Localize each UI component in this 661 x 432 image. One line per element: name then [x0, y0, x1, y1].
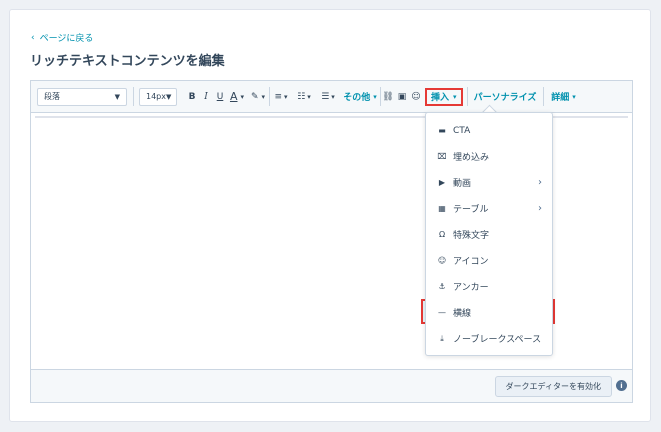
- menu-item-label: アンカー: [453, 283, 489, 293]
- italic-button[interactable]: I: [199, 87, 213, 107]
- underline-button[interactable]: U: [213, 87, 227, 107]
- caret-down-icon: ▾: [331, 92, 335, 101]
- highlight-button[interactable]: ✎ ▾: [247, 87, 269, 107]
- menu-item-anchor[interactable]: ⚓ アンカー: [426, 274, 552, 299]
- menu-item-cta[interactable]: ▬ CTA: [426, 118, 552, 143]
- numbered-list-button[interactable]: ☰ ▾: [316, 87, 340, 107]
- link-icon[interactable]: ⛓: [381, 87, 395, 107]
- menu-item-icon[interactable]: ☺ アイコン: [426, 248, 552, 273]
- cta-icon: ▬: [438, 126, 446, 135]
- caret-down-icon: ▾: [240, 92, 245, 101]
- personalize-button[interactable]: パーソナライズ: [468, 87, 543, 107]
- emoji-icon: ☺: [437, 256, 447, 265]
- embed-icon: ⌧: [437, 152, 447, 161]
- caret-down-icon: ▾: [453, 92, 457, 101]
- chevron-right-icon: ›: [538, 203, 542, 214]
- align-button[interactable]: ≡ ▾: [270, 87, 292, 107]
- font-size-value: 14px: [146, 92, 166, 101]
- insert-label: 挿入: [431, 93, 450, 103]
- menu-item-label: 特殊文字: [453, 231, 490, 241]
- numbered-list-icon: ☰: [321, 91, 330, 102]
- page-title: リッチテキストコンテンツを編集: [30, 54, 225, 69]
- menu-item-table[interactable]: ▦ テーブル ›: [426, 196, 552, 221]
- menu-item-label: テーブル: [453, 205, 489, 215]
- back-link-label: ページに戻る: [39, 34, 94, 44]
- menu-item-label: アイコン: [453, 257, 489, 267]
- menu-item-label: 埋め込み: [453, 153, 490, 163]
- editor-toolbar: 段落 ▼ 14px ▼ B I U A ▾ ✎ ▾ ≡ ▾ ☷ ▾ ☰ ▾ その…: [31, 81, 632, 113]
- nbsp-icon: ⤓: [440, 333, 444, 343]
- caret-down-icon: ▾: [284, 92, 288, 101]
- anchor-icon: ⚓: [438, 282, 446, 291]
- text-color-button[interactable]: A ▾: [227, 87, 247, 107]
- menu-item-horizontal-rule[interactable]: — 横線: [426, 300, 552, 325]
- chevron-right-icon: ›: [538, 177, 542, 188]
- highlighter-icon: ✎: [250, 91, 259, 102]
- menu-item-label: CTA: [453, 125, 471, 136]
- details-label: 詳細: [551, 93, 570, 103]
- insert-dropdown-menu: ▬ CTA ⌧ 埋め込み ▶ 動画 › ▦ テーブル › Ω 特殊文字 ☺ アイ…: [425, 112, 553, 356]
- caret-down-icon: ▾: [261, 92, 266, 101]
- caret-down-icon: ▾: [373, 92, 377, 101]
- menu-item-label: ノーブレークスペース: [453, 335, 542, 345]
- video-icon: ▶: [438, 178, 446, 187]
- more-button[interactable]: その他 ▾: [340, 87, 380, 107]
- bold-button[interactable]: B: [185, 87, 199, 107]
- menu-item-special-char[interactable]: Ω 特殊文字: [426, 222, 552, 247]
- text-color-icon: A: [229, 90, 238, 103]
- table-icon: ▦: [438, 204, 446, 213]
- caret-down-icon: ▼: [166, 92, 172, 101]
- paragraph-select-value: 段落: [44, 92, 60, 101]
- chevron-left-icon: ‹: [31, 32, 35, 43]
- insert-button[interactable]: 挿入 ▾: [425, 87, 463, 106]
- dark-editor-button[interactable]: ダークエディターを有効化: [494, 376, 612, 397]
- menu-item-embed[interactable]: ⌧ 埋め込み: [426, 144, 552, 169]
- horizontal-rule-icon: —: [438, 308, 446, 317]
- details-button[interactable]: 詳細 ▾: [544, 87, 584, 107]
- info-icon[interactable]: i: [616, 380, 627, 391]
- bullet-list-button[interactable]: ☷ ▾: [292, 87, 316, 107]
- personalize-label: パーソナライズ: [473, 93, 537, 103]
- more-label: その他: [343, 93, 371, 103]
- editor-footer: ダークエディターを有効化 i: [31, 369, 632, 402]
- menu-item-video[interactable]: ▶ 動画 ›: [426, 170, 552, 195]
- menu-item-label: 横線: [453, 309, 472, 319]
- toolbar-divider: [133, 87, 134, 106]
- bullet-list-icon: ☷: [297, 91, 306, 102]
- menu-item-nbsp[interactable]: ⤓ ノーブレークスペース: [426, 326, 552, 351]
- align-left-icon: ≡: [274, 91, 283, 102]
- font-size-select[interactable]: 14px ▼: [139, 87, 177, 106]
- emoji-icon[interactable]: ☺: [409, 87, 423, 107]
- special-char-icon: Ω: [438, 230, 446, 239]
- caret-down-icon: ▾: [307, 92, 311, 101]
- menu-item-label: 動画: [453, 179, 472, 189]
- back-link[interactable]: ‹ ページに戻る: [31, 31, 94, 45]
- caret-down-icon: ▾: [572, 92, 576, 101]
- caret-down-icon: ▼: [114, 92, 120, 101]
- paragraph-select[interactable]: 段落 ▼: [37, 87, 127, 106]
- image-icon[interactable]: ▣: [395, 87, 409, 107]
